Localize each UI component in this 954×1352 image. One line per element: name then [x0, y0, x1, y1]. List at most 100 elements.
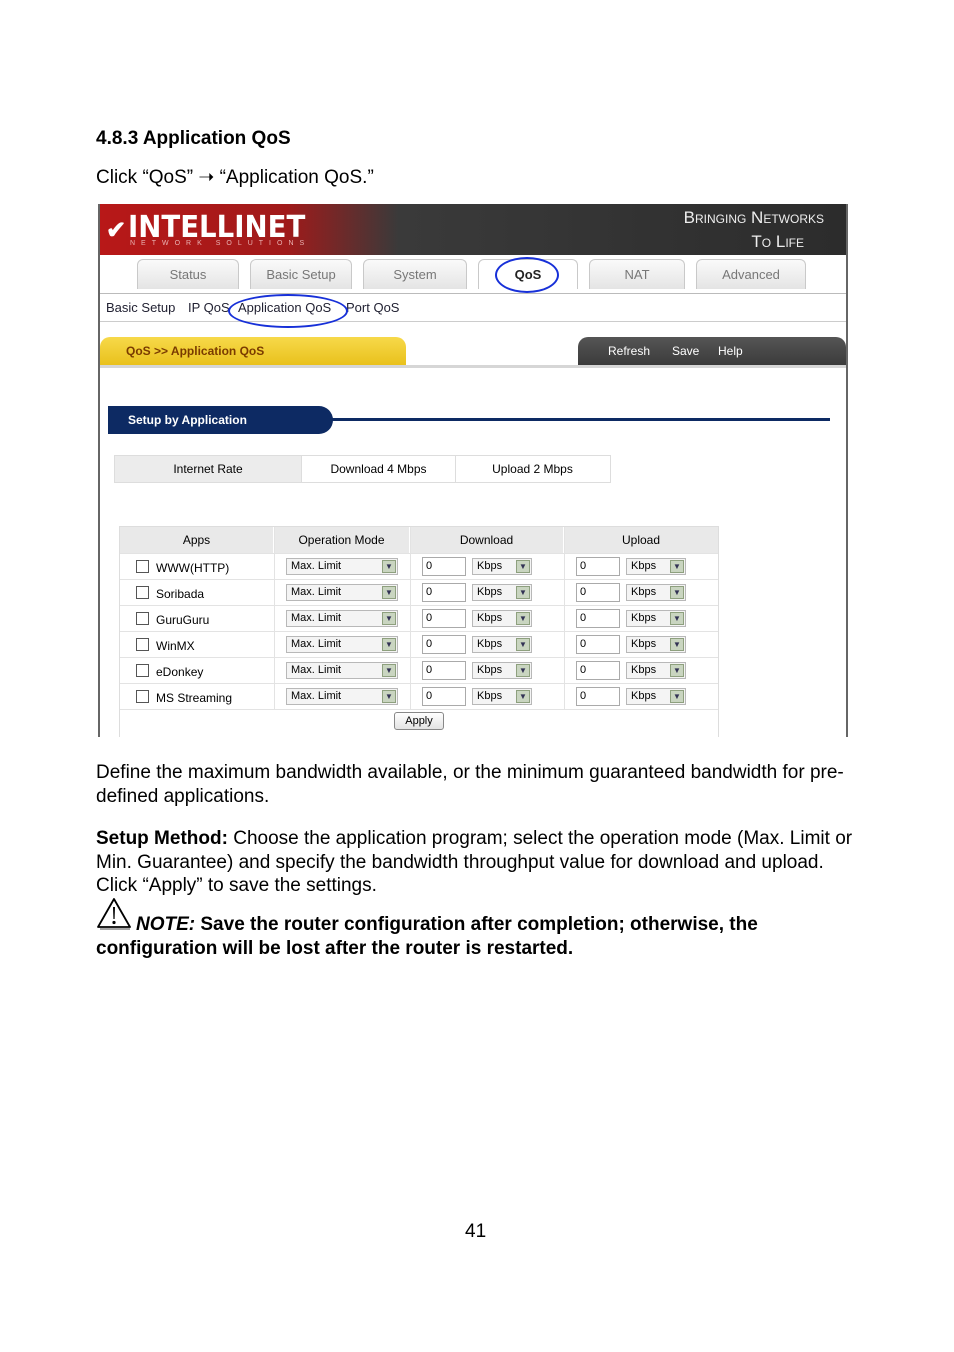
help-link[interactable]: Help [718, 344, 743, 358]
internet-rate-label: Internet Rate [115, 456, 301, 482]
download-input[interactable]: 0 [422, 557, 466, 576]
internet-rate-download: Download 4 Mbps [301, 456, 455, 482]
chevron-down-icon[interactable]: ▼ [516, 560, 530, 573]
app-checkbox[interactable] [136, 690, 149, 703]
chevron-down-icon[interactable]: ▼ [516, 664, 530, 677]
table-row: eDonkey Max. Limit ▼ 0 Kbps ▼ 0 Kbps ▼ [120, 657, 718, 683]
download-unit-value: Kbps [477, 612, 503, 624]
chevron-down-icon[interactable]: ▼ [382, 586, 396, 599]
chevron-down-icon[interactable]: ▼ [516, 586, 530, 599]
chevron-down-icon[interactable]: ▼ [516, 638, 530, 651]
operation-mode-select[interactable]: Max. Limit ▼ [286, 610, 398, 627]
upload-unit-select[interactable]: Kbps ▼ [626, 662, 686, 679]
operation-mode-select[interactable]: Max. Limit ▼ [286, 688, 398, 705]
chevron-down-icon[interactable]: ▼ [382, 690, 396, 703]
save-link[interactable]: Save [672, 344, 699, 358]
chevron-down-icon[interactable]: ▼ [670, 586, 684, 599]
download-input[interactable]: 0 [422, 635, 466, 654]
chevron-down-icon[interactable]: ▼ [382, 638, 396, 651]
router-screenshot: ✔ INTELLINET NETWORK SOLUTIONS Bringing … [98, 204, 848, 737]
operation-mode-value: Max. Limit [291, 690, 342, 702]
operation-mode-select[interactable]: Max. Limit ▼ [286, 662, 398, 679]
app-checkbox[interactable] [136, 664, 149, 677]
upload-input[interactable]: 0 [576, 687, 620, 706]
download-input[interactable]: 0 [422, 687, 466, 706]
app-checkbox[interactable] [136, 612, 149, 625]
table-row: Soribada Max. Limit ▼ 0 Kbps ▼ 0 Kbps ▼ [120, 579, 718, 605]
app-name: Soribada [156, 587, 205, 601]
apply-button[interactable]: Apply [394, 712, 444, 730]
upload-unit-select[interactable]: Kbps ▼ [626, 688, 686, 705]
chevron-down-icon[interactable]: ▼ [516, 612, 530, 625]
upload-unit-select[interactable]: Kbps ▼ [626, 610, 686, 627]
table-row: MS Streaming Max. Limit ▼ 0 Kbps ▼ 0 Kbps ▼ [120, 683, 718, 709]
note-paragraph: NOTE: Save the router configuration afte… [96, 913, 856, 960]
chevron-down-icon[interactable]: ▼ [670, 638, 684, 651]
operation-mode-value: Max. Limit [291, 560, 342, 572]
download-unit-select[interactable]: Kbps ▼ [472, 688, 532, 705]
upload-input[interactable]: 0 [576, 557, 620, 576]
upload-input[interactable]: 0 [576, 661, 620, 680]
internet-rate-upload: Upload 2 Mbps [455, 456, 609, 482]
upload-input[interactable]: 0 [576, 583, 620, 602]
operation-mode-value: Max. Limit [291, 638, 342, 650]
header-apps: Apps [120, 527, 274, 553]
download-unit-select[interactable]: Kbps ▼ [472, 558, 532, 575]
download-input[interactable]: 0 [422, 583, 466, 602]
chevron-down-icon[interactable]: ▼ [670, 560, 684, 573]
subnav-basic-setup[interactable]: Basic Setup [106, 300, 175, 315]
app-checkbox[interactable] [136, 586, 149, 599]
setup-method-label: Setup Method: [96, 828, 228, 849]
download-unit-select[interactable]: Kbps ▼ [472, 636, 532, 653]
table-row: WinMX Max. Limit ▼ 0 Kbps ▼ 0 Kbps ▼ [120, 631, 718, 657]
slogan-line-2: To Life [751, 232, 804, 251]
sub-navigation: Basic Setup IP QoS Application QoS Port … [100, 293, 846, 328]
download-unit-select[interactable]: Kbps ▼ [472, 584, 532, 601]
tab-status[interactable]: Status [137, 259, 239, 289]
internet-rate-box: Internet Rate Download 4 Mbps Upload 2 M… [114, 455, 611, 483]
upload-input[interactable]: 0 [576, 635, 620, 654]
chevron-down-icon[interactable]: ▼ [382, 560, 396, 573]
upload-unit-select[interactable]: Kbps ▼ [626, 584, 686, 601]
app-name: GuruGuru [156, 613, 210, 627]
instruction-text: Click “QoS” ➝ “Application QoS.” [96, 167, 374, 188]
app-checkbox[interactable] [136, 638, 149, 651]
chevron-down-icon[interactable]: ▼ [516, 690, 530, 703]
logo-check-icon: ✔ [106, 217, 127, 244]
upload-unit-value: Kbps [631, 690, 657, 702]
chevron-down-icon[interactable]: ▼ [670, 612, 684, 625]
operation-mode-value: Max. Limit [291, 612, 342, 624]
app-checkbox[interactable] [136, 560, 149, 573]
chevron-down-icon[interactable]: ▼ [670, 690, 684, 703]
download-unit-value: Kbps [477, 560, 503, 572]
setup-by-application-title: Setup by Application [108, 406, 333, 434]
tab-nat[interactable]: NAT [589, 259, 685, 289]
upload-unit-select[interactable]: Kbps ▼ [626, 636, 686, 653]
upload-input[interactable]: 0 [576, 609, 620, 628]
app-name: WinMX [156, 639, 195, 653]
refresh-link[interactable]: Refresh [608, 344, 650, 358]
download-unit-value: Kbps [477, 664, 503, 676]
app-name: WWW(HTTP) [156, 561, 230, 575]
upload-unit-select[interactable]: Kbps ▼ [626, 558, 686, 575]
subnav-port-qos[interactable]: Port QoS [346, 300, 399, 315]
download-unit-select[interactable]: Kbps ▼ [472, 610, 532, 627]
subnav-ip-qos[interactable]: IP QoS [188, 300, 230, 315]
operation-mode-select[interactable]: Max. Limit ▼ [286, 584, 398, 601]
tab-basic-setup[interactable]: Basic Setup [250, 259, 352, 289]
main-tab-bar: Status Basic Setup System QoS NAT Advanc… [100, 255, 846, 294]
tab-system[interactable]: System [363, 259, 467, 289]
download-unit-select[interactable]: Kbps ▼ [472, 662, 532, 679]
chevron-down-icon[interactable]: ▼ [670, 664, 684, 677]
description-paragraph: Define the maximum bandwidth available, … [96, 762, 844, 807]
chevron-down-icon[interactable]: ▼ [382, 664, 396, 677]
slogan-line-1: Bringing Networks [683, 208, 824, 227]
tab-advanced[interactable]: Advanced [696, 259, 806, 289]
operation-mode-select[interactable]: Max. Limit ▼ [286, 636, 398, 653]
application-qos-highlight-circle [228, 294, 348, 328]
operation-mode-select[interactable]: Max. Limit ▼ [286, 558, 398, 575]
download-input[interactable]: 0 [422, 661, 466, 680]
download-input[interactable]: 0 [422, 609, 466, 628]
chevron-down-icon[interactable]: ▼ [382, 612, 396, 625]
application-qos-table: Apps Operation Mode Download Upload WWW(… [119, 526, 719, 737]
